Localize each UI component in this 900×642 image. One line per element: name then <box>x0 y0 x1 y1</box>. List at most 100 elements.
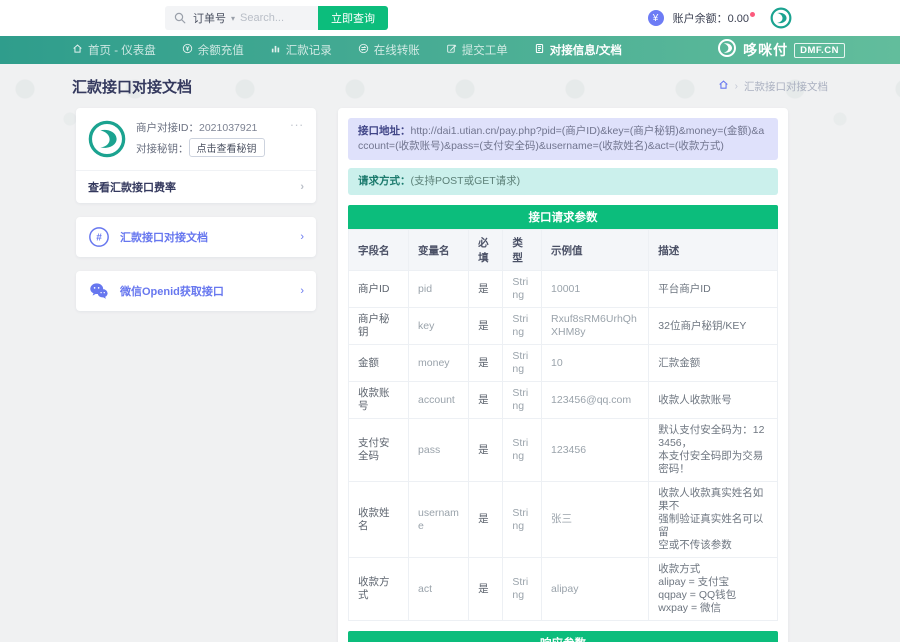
balance-text: 账户余额：0.00 <box>673 10 755 26</box>
hash-icon: # <box>88 226 110 248</box>
table-cell: 金额 <box>349 345 409 382</box>
ticket-icon <box>446 43 457 57</box>
table-row: 收款方式act是Stringalipay收款方式 alipay = 支付宝 qq… <box>349 558 778 621</box>
table-cell: 张三 <box>542 482 649 558</box>
search-category-value: 订单号 <box>193 10 226 26</box>
rate-link[interactable]: 查看汇款接口费率 › <box>76 170 316 203</box>
nav-item-records[interactable]: 汇款记录 <box>270 42 332 58</box>
table-row: 收款姓名username是String张三收款人收款真实姓名如果不 强制验证真实… <box>349 482 778 558</box>
sidebar: 商户对接ID：2021037921 对接秘钥：点击查看秘钥 ... 查看汇款接口… <box>76 108 316 311</box>
brand-domain: DMF.CN <box>794 43 845 58</box>
table-cell: 是 <box>469 482 503 558</box>
table-cell: 收款人收款真实姓名如果不 强制验证真实姓名可以留 空或不传该参数 <box>649 482 778 558</box>
search-submit-button[interactable]: 立即查询 <box>318 6 388 30</box>
sidebar-item-wechat-openid[interactable]: 微信Openid获取接口 › <box>76 271 316 311</box>
search-category-select[interactable]: 订单号 ▾ <box>193 10 235 26</box>
brand-logo[interactable]: 哆咪付 DMF.CN <box>717 38 845 63</box>
nav-item-docs[interactable]: 对接信息/文档 <box>534 42 622 58</box>
table-cell: key <box>409 308 469 345</box>
breadcrumb-home-icon[interactable] <box>718 79 729 93</box>
content-area: 汇款接口对接文档 › 汇款接口对接文档 商户对接ID：2021037921 <box>0 64 900 642</box>
view-secret-button[interactable]: 点击查看秘钥 <box>189 138 265 157</box>
table-cell: 收款方式 <box>349 558 409 621</box>
table-cell: 123456 <box>542 419 649 482</box>
table-header-row: 字段名变量名必填类型示例值描述 <box>349 230 778 271</box>
main-row: 商户对接ID：2021037921 对接秘钥：点击查看秘钥 ... 查看汇款接口… <box>72 108 828 642</box>
notification-dot <box>750 12 755 17</box>
balance-yen-icon: ¥ <box>648 10 664 26</box>
topbar: 订单号 ▾ 立即查询 ¥ 账户余额：0.00 <box>0 0 900 36</box>
api-url-value: http://dai1.utian.cn/pay.php?pid=(商户ID)&… <box>358 125 764 152</box>
request-method-alert: 请求方式：(支持POST或GET请求) <box>348 168 778 195</box>
column-header: 必填 <box>469 230 503 271</box>
column-header: 描述 <box>649 230 778 271</box>
table-cell: String <box>503 382 542 419</box>
table-cell: 10 <box>542 345 649 382</box>
table-cell: 收款方式 alipay = 支付宝 qqpay = QQ钱包 wxpay = 微… <box>649 558 778 621</box>
table-cell: String <box>503 419 542 482</box>
recharge-icon <box>182 43 193 57</box>
table-cell: 支付安全码 <box>349 419 409 482</box>
table-cell: 是 <box>469 558 503 621</box>
merchant-lines: 商户对接ID：2021037921 对接秘钥：点击查看秘钥 <box>136 119 265 159</box>
search-icon <box>174 12 186 24</box>
sidebar-item-remit-doc[interactable]: # 汇款接口对接文档 › <box>76 217 316 257</box>
doc-card: 接口地址：http://dai1.utian.cn/pay.php?pid=(商… <box>338 108 788 642</box>
balance-value: 0.00 <box>728 13 749 25</box>
page-root: 订单号 ▾ 立即查询 ¥ 账户余额：0.00 首页 - 仪表盘 余额充值 <box>0 0 900 642</box>
table-cell: String <box>503 482 542 558</box>
chevron-down-icon: ▾ <box>231 14 235 23</box>
column-header: 示例值 <box>542 230 649 271</box>
user-avatar[interactable] <box>770 7 792 29</box>
chevron-right-icon: › <box>300 181 304 193</box>
table-cell: act <box>409 558 469 621</box>
nav-item-recharge[interactable]: 余额充值 <box>182 42 244 58</box>
search-input[interactable] <box>240 12 318 24</box>
column-header: 字段名 <box>349 230 409 271</box>
home-icon <box>72 43 83 57</box>
more-options-icon[interactable]: ... <box>290 114 304 129</box>
table-cell: String <box>503 558 542 621</box>
table-row: 收款账号account是String123456@qq.com收款人收款账号 <box>349 382 778 419</box>
nav-item-ticket[interactable]: 提交工单 <box>446 42 508 58</box>
table-row: 商户秘钥key是StringRxuf8sRM6UrhQhXHM8y32位商户秘钥… <box>349 308 778 345</box>
table-cell: 收款人收款账号 <box>649 382 778 419</box>
table-cell: 汇款金额 <box>649 345 778 382</box>
table-cell: Rxuf8sRM6UrhQhXHM8y <box>542 308 649 345</box>
table-cell: 32位商户秘钥/KEY <box>649 308 778 345</box>
table-cell: String <box>503 271 542 308</box>
table-cell: 商户ID <box>349 271 409 308</box>
nav-items: 首页 - 仪表盘 余额充值 汇款记录 在线转账 提交工单 对接信息/文档 <box>72 42 622 58</box>
table-cell: 商户秘钥 <box>349 308 409 345</box>
table-cell: 是 <box>469 345 503 382</box>
merchant-id-value: 2021037921 <box>199 122 257 134</box>
table-cell: 平台商户ID <box>649 271 778 308</box>
chevron-right-icon: › <box>300 231 304 243</box>
breadcrumb-separator-icon: › <box>735 81 738 92</box>
request-method-value: (支持POST或GET请求) <box>411 175 521 187</box>
table-cell: 收款账号 <box>349 382 409 419</box>
chevron-right-icon: › <box>300 285 304 297</box>
table-cell: 默认支付安全码为：123456， 本支付安全码即为交易密码！ <box>649 419 778 482</box>
docs-icon <box>534 43 545 57</box>
table-row: 支付安全码pass是String123456默认支付安全码为：123456， 本… <box>349 419 778 482</box>
request-params-title: 接口请求参数 <box>348 205 778 229</box>
table-cell: username <box>409 482 469 558</box>
table-cell: pass <box>409 419 469 482</box>
nav-item-transfer[interactable]: 在线转账 <box>358 42 420 58</box>
nav-item-home[interactable]: 首页 - 仪表盘 <box>72 42 156 58</box>
column-header: 变量名 <box>409 230 469 271</box>
search-bar: 订单号 ▾ 立即查询 <box>165 6 388 30</box>
account-area: ¥ 账户余额：0.00 <box>648 7 792 29</box>
transfer-icon <box>358 43 369 57</box>
request-params-table: 字段名变量名必填类型示例值描述商户IDpid是String10001平台商户ID… <box>348 229 778 621</box>
table-cell: 是 <box>469 271 503 308</box>
breadcrumb-current: 汇款接口对接文档 <box>744 79 828 94</box>
page-title: 汇款接口对接文档 <box>72 76 192 97</box>
response-params-title: 响应参数 <box>348 631 778 642</box>
merchant-info: 商户对接ID：2021037921 对接秘钥：点击查看秘钥 ... <box>76 108 316 170</box>
svg-text:#: # <box>96 233 102 244</box>
table-cell: 123456@qq.com <box>542 382 649 419</box>
table-cell: money <box>409 345 469 382</box>
merchant-logo-icon <box>88 120 126 158</box>
